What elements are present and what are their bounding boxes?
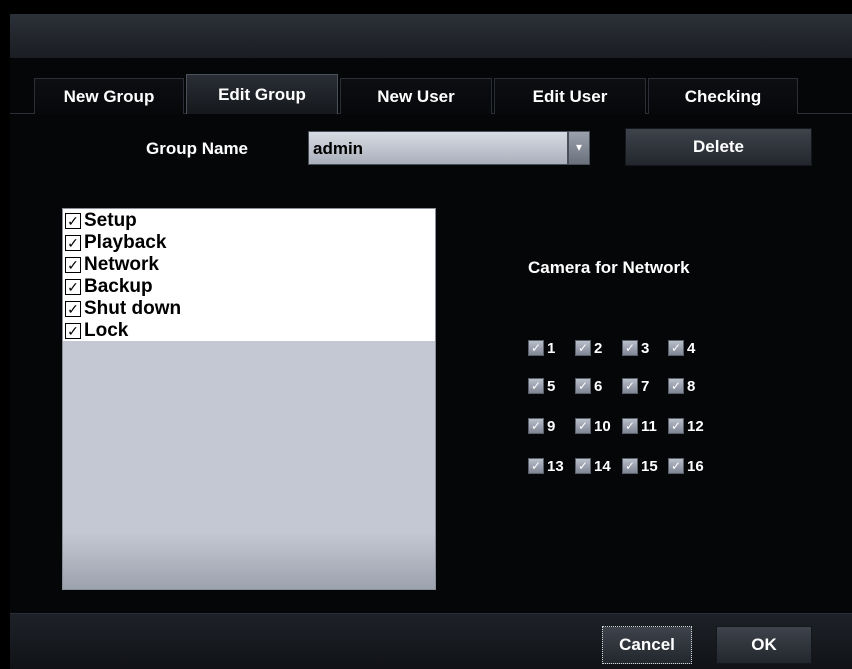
permission-item-lock[interactable]: ✓ Lock [65,320,128,342]
ok-button[interactable]: OK [716,626,812,664]
checkbox-checked-icon[interactable]: ✓ [65,257,81,273]
camera-checkbox-3[interactable]: ✓ 3 [622,338,649,358]
checkbox-checked-icon[interactable]: ✓ [65,279,81,295]
checkbox-checked-icon[interactable]: ✓ [65,323,81,339]
checkbox-checked-icon[interactable]: ✓ [528,340,544,356]
delete-button[interactable]: Delete [625,128,812,166]
permission-list[interactable]: ✓ Setup ✓ Playback ✓ Network ✓ Backup ✓ … [62,208,436,590]
camera-label: 1 [547,339,556,357]
camera-label: 4 [687,339,696,357]
camera-label: 11 [641,417,657,435]
checkbox-checked-icon[interactable]: ✓ [65,213,81,229]
camera-label: 13 [547,457,564,475]
permission-item-setup[interactable]: ✓ Setup [65,210,137,232]
checkbox-checked-icon[interactable]: ✓ [65,235,81,251]
checkbox-checked-icon[interactable]: ✓ [575,418,591,434]
top-band [0,0,852,14]
permission-label: Playback [84,232,167,253]
tab-edit-group[interactable]: Edit Group [186,74,338,114]
permission-item-backup[interactable]: ✓ Backup [65,276,153,298]
camera-label: 14 [594,457,611,475]
checkbox-checked-icon[interactable]: ✓ [668,458,684,474]
tab-checking[interactable]: Checking [648,78,798,114]
permission-item-playback[interactable]: ✓ Playback [65,232,166,254]
camera-checkbox-5[interactable]: ✓ 5 [528,376,555,396]
camera-checkbox-15[interactable]: ✓ 15 [622,456,658,476]
tab-new-user[interactable]: New User [340,78,492,114]
camera-label: 6 [594,377,603,395]
cancel-button[interactable]: Cancel [602,626,692,664]
camera-label: 8 [687,377,696,395]
checkbox-checked-icon[interactable]: ✓ [575,378,591,394]
permission-label: Setup [84,210,137,231]
chevron-down-icon: ▾ [575,140,583,154]
checkbox-checked-icon[interactable]: ✓ [528,378,544,394]
camera-checkbox-13[interactable]: ✓ 13 [528,456,564,476]
checkbox-checked-icon[interactable]: ✓ [668,340,684,356]
checkbox-checked-icon[interactable]: ✓ [528,458,544,474]
permission-label: Lock [84,320,129,341]
checkbox-checked-icon[interactable]: ✓ [622,378,638,394]
camera-checkbox-14[interactable]: ✓ 14 [575,456,611,476]
camera-checkbox-16[interactable]: ✓ 16 [668,456,704,476]
camera-label: 10 [594,417,611,435]
permission-label: Backup [84,276,153,297]
camera-checkbox-11[interactable]: ✓ 11 [622,416,657,436]
camera-checkbox-8[interactable]: ✓ 8 [668,376,695,396]
camera-label: 7 [641,377,650,395]
checkbox-checked-icon[interactable]: ✓ [668,418,684,434]
camera-checkbox-9[interactable]: ✓ 9 [528,416,555,436]
camera-for-network-title: Camera for Network [528,258,690,277]
checkbox-checked-icon[interactable]: ✓ [65,301,81,317]
permission-label: Network [84,254,159,275]
group-name-label: Group Name [146,139,249,158]
camera-checkbox-4[interactable]: ✓ 4 [668,338,695,358]
permission-item-network[interactable]: ✓ Network [65,254,159,276]
camera-checkbox-12[interactable]: ✓ 12 [668,416,704,436]
camera-label: 15 [641,457,658,475]
permission-label: Shut down [84,298,182,319]
checkbox-checked-icon[interactable]: ✓ [528,418,544,434]
checkbox-checked-icon[interactable]: ✓ [622,458,638,474]
camera-label: 9 [547,417,556,435]
camera-label: 3 [641,339,650,357]
checkbox-checked-icon[interactable]: ✓ [622,418,638,434]
camera-label: 5 [547,377,556,395]
group-name-select[interactable]: admin [308,131,568,165]
checkbox-checked-icon[interactable]: ✓ [575,458,591,474]
checkbox-checked-icon[interactable]: ✓ [575,340,591,356]
camera-label: 2 [594,339,603,357]
checkbox-checked-icon[interactable]: ✓ [622,340,638,356]
permission-item-shut-down[interactable]: ✓ Shut down [65,298,181,320]
camera-checkbox-6[interactable]: ✓ 6 [575,376,602,396]
camera-checkbox-7[interactable]: ✓ 7 [622,376,649,396]
tab-new-group[interactable]: New Group [34,78,184,114]
camera-label: 16 [687,457,704,475]
window-title-bar [10,14,852,59]
group-dropdown-button[interactable]: ▾ [568,131,590,165]
camera-checkbox-1[interactable]: ✓ 1 [528,338,555,358]
tab-edit-user[interactable]: Edit User [494,78,646,114]
camera-label: 12 [687,417,704,435]
camera-checkbox-10[interactable]: ✓ 10 [575,416,611,436]
checkbox-checked-icon[interactable]: ✓ [668,378,684,394]
camera-checkbox-2[interactable]: ✓ 2 [575,338,602,358]
